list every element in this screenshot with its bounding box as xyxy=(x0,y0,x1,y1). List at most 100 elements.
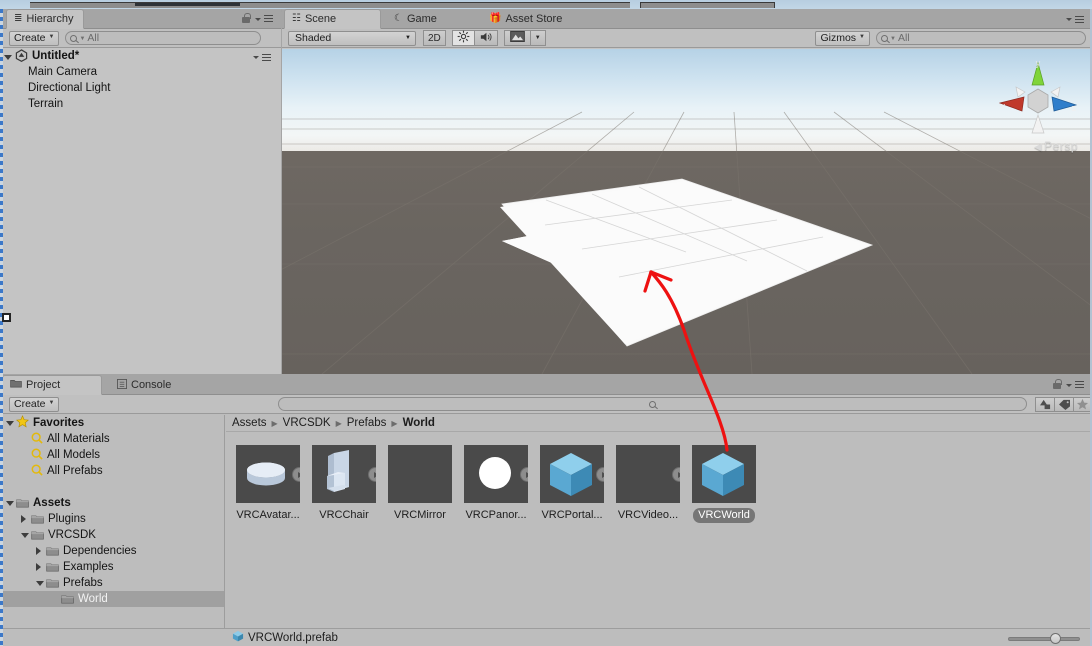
hierarchy-item-terrain[interactable]: Terrain xyxy=(0,97,281,113)
tab-game[interactable]: ☾ Game xyxy=(387,9,447,29)
draw-mode-dropdown[interactable]: Shaded ▼ xyxy=(288,30,416,46)
tree-item-all-prefabs[interactable]: All Prefabs xyxy=(0,463,224,479)
folder-icon xyxy=(61,594,74,604)
tree-item-plugins[interactable]: Plugins xyxy=(0,511,224,527)
hierarchy-list[interactable]: Untitled* Main Camera Directional Light … xyxy=(0,49,281,374)
chevron-down-icon[interactable] xyxy=(36,580,46,586)
asset-item[interactable]: VRCPanor... xyxy=(464,445,528,523)
gizmos-dropdown[interactable]: Gizmos ▼ xyxy=(815,30,870,46)
chevron-down-icon[interactable] xyxy=(6,500,16,506)
hierarchy-search-input[interactable]: ▼ All xyxy=(65,31,262,45)
prefab-select-icon[interactable] xyxy=(292,467,300,482)
tab-game-label: Game xyxy=(406,13,437,25)
tree-item-all-materials[interactable]: All Materials xyxy=(0,431,224,447)
chevron-right-icon[interactable] xyxy=(36,563,46,571)
breadcrumb[interactable]: Assets ▶ VRCSDK ▶ Prefabs ▶ World xyxy=(226,415,1092,432)
window-top-strip xyxy=(0,0,1092,9)
window-drag-edge[interactable] xyxy=(0,9,3,646)
search-icon xyxy=(31,448,43,463)
tree-item-label: Examples xyxy=(63,561,114,573)
prefab-select-icon[interactable] xyxy=(596,467,604,482)
chevron-right-icon[interactable] xyxy=(36,547,46,555)
tree-item-prefabs[interactable]: Prefabs xyxy=(0,575,224,591)
asset-label: VRCVideo... xyxy=(617,509,679,521)
draw-mode-label: Shaded xyxy=(295,32,332,44)
asset-thumbnail[interactable] xyxy=(616,445,680,503)
project-menu-button[interactable] xyxy=(1066,379,1086,390)
prefab-select-icon[interactable] xyxy=(672,467,680,482)
search-icon xyxy=(648,400,656,408)
asset-thumbnail[interactable] xyxy=(464,445,528,503)
tree-item-examples[interactable]: Examples xyxy=(0,559,224,575)
project-create-button[interactable]: Create ▼ xyxy=(9,396,60,412)
chevron-down-icon[interactable] xyxy=(6,420,16,426)
lock-icon[interactable] xyxy=(241,13,251,24)
scene-search-input[interactable]: ▼ All xyxy=(876,31,1086,45)
effects-dropdown-button[interactable]: ▼ xyxy=(529,30,546,46)
thumbnail-zoom-slider[interactable] xyxy=(1008,633,1080,644)
asset-thumbnail[interactable] xyxy=(388,445,452,503)
project-body: Favorites All Materials All Models All Pref… xyxy=(0,415,1092,628)
hierarchy-tabbar: ≣ Hierarchy xyxy=(0,9,281,29)
asset-thumbnail[interactable] xyxy=(692,445,756,503)
scene-context-menu-icon[interactable] xyxy=(260,52,273,63)
asset-thumbnail[interactable] xyxy=(312,445,376,503)
project-tabbar: Project Console xyxy=(0,375,1092,395)
tree-item-label: All Materials xyxy=(47,433,110,445)
shapes-filter-icon[interactable] xyxy=(1035,396,1054,412)
asset-item[interactable]: VRCMirror xyxy=(388,445,452,523)
asset-item[interactable]: VRCWorld xyxy=(692,445,756,523)
tree-item-vrcsdk[interactable]: VRCSDK xyxy=(0,527,224,543)
create-button[interactable]: Create ▼ xyxy=(9,30,60,46)
chevron-right-icon[interactable] xyxy=(21,515,31,523)
tab-scene[interactable]: ☷ Scene xyxy=(284,9,381,29)
prefab-select-icon[interactable] xyxy=(368,467,376,482)
tree-item-label: All Models xyxy=(47,449,101,461)
console-icon xyxy=(117,378,127,392)
tab-console[interactable]: Console xyxy=(110,375,181,395)
gizmos-label: Gizmos xyxy=(820,32,857,44)
hierarchy-scene-row[interactable]: Untitled* xyxy=(0,49,281,65)
tree-item-dependencies[interactable]: Dependencies xyxy=(0,543,224,559)
tab-project[interactable]: Project xyxy=(2,375,102,395)
tab-asset-store[interactable]: 🎁 Asset Store xyxy=(482,9,572,29)
project-search-input[interactable] xyxy=(278,397,1027,411)
terrain-object[interactable] xyxy=(282,49,1092,374)
lock-icon[interactable] xyxy=(1052,379,1062,390)
asset-grid[interactable]: VRCAvatar... VRCChair VRCMirror VRCPanor...… xyxy=(226,433,1092,628)
asset-item[interactable]: VRCAvatar... xyxy=(236,445,300,523)
asset-item[interactable]: VRCVideo... xyxy=(616,445,680,523)
scene-menu-icon[interactable] xyxy=(1073,14,1086,25)
breadcrumb-item[interactable]: Prefabs xyxy=(347,417,387,429)
asset-thumbnail[interactable] xyxy=(236,445,300,503)
scene-viewport[interactable]: y z x ◀ Persp xyxy=(282,49,1092,374)
tab-hierarchy[interactable]: ≣ Hierarchy xyxy=(6,9,85,29)
resize-handle[interactable] xyxy=(2,313,11,322)
projection-mode-text: Persp xyxy=(1044,139,1078,153)
project-folder-tree[interactable]: Favorites All Materials All Models All Pref… xyxy=(0,415,225,628)
chevron-down-icon[interactable] xyxy=(21,532,31,538)
breadcrumb-item[interactable]: VRCSDK xyxy=(283,417,331,429)
projection-mode-label[interactable]: ◀ Persp xyxy=(1034,139,1078,153)
toggle-2d-button[interactable]: 2D xyxy=(423,30,446,46)
slider-knob[interactable] xyxy=(1050,633,1061,644)
audio-toggle-button[interactable] xyxy=(473,30,498,46)
tree-item-favorites[interactable]: Favorites xyxy=(0,415,224,431)
tree-item-all-models[interactable]: All Models xyxy=(0,447,224,463)
asset-label: VRCPortal... xyxy=(541,509,603,521)
hierarchy-item-main-camera[interactable]: Main Camera xyxy=(0,65,281,81)
tree-item-world[interactable]: World xyxy=(0,591,224,607)
asset-thumbnail[interactable] xyxy=(540,445,604,503)
tree-item-assets[interactable]: Assets xyxy=(0,495,224,511)
chevron-down-icon[interactable] xyxy=(4,54,12,60)
hierarchy-item-directional-light[interactable]: Directional Light xyxy=(0,81,281,97)
hierarchy-menu-button[interactable] xyxy=(255,13,275,24)
asset-item[interactable]: VRCChair xyxy=(312,445,376,523)
lighting-toggle-button[interactable] xyxy=(451,30,474,46)
effects-toggle-button[interactable] xyxy=(503,30,530,46)
prefab-select-icon[interactable] xyxy=(520,467,528,482)
tree-item-label: Assets xyxy=(33,497,71,509)
asset-item[interactable]: VRCPortal... xyxy=(540,445,604,523)
label-filter-icon[interactable] xyxy=(1054,396,1073,412)
breadcrumb-item[interactable]: Assets xyxy=(232,417,267,429)
